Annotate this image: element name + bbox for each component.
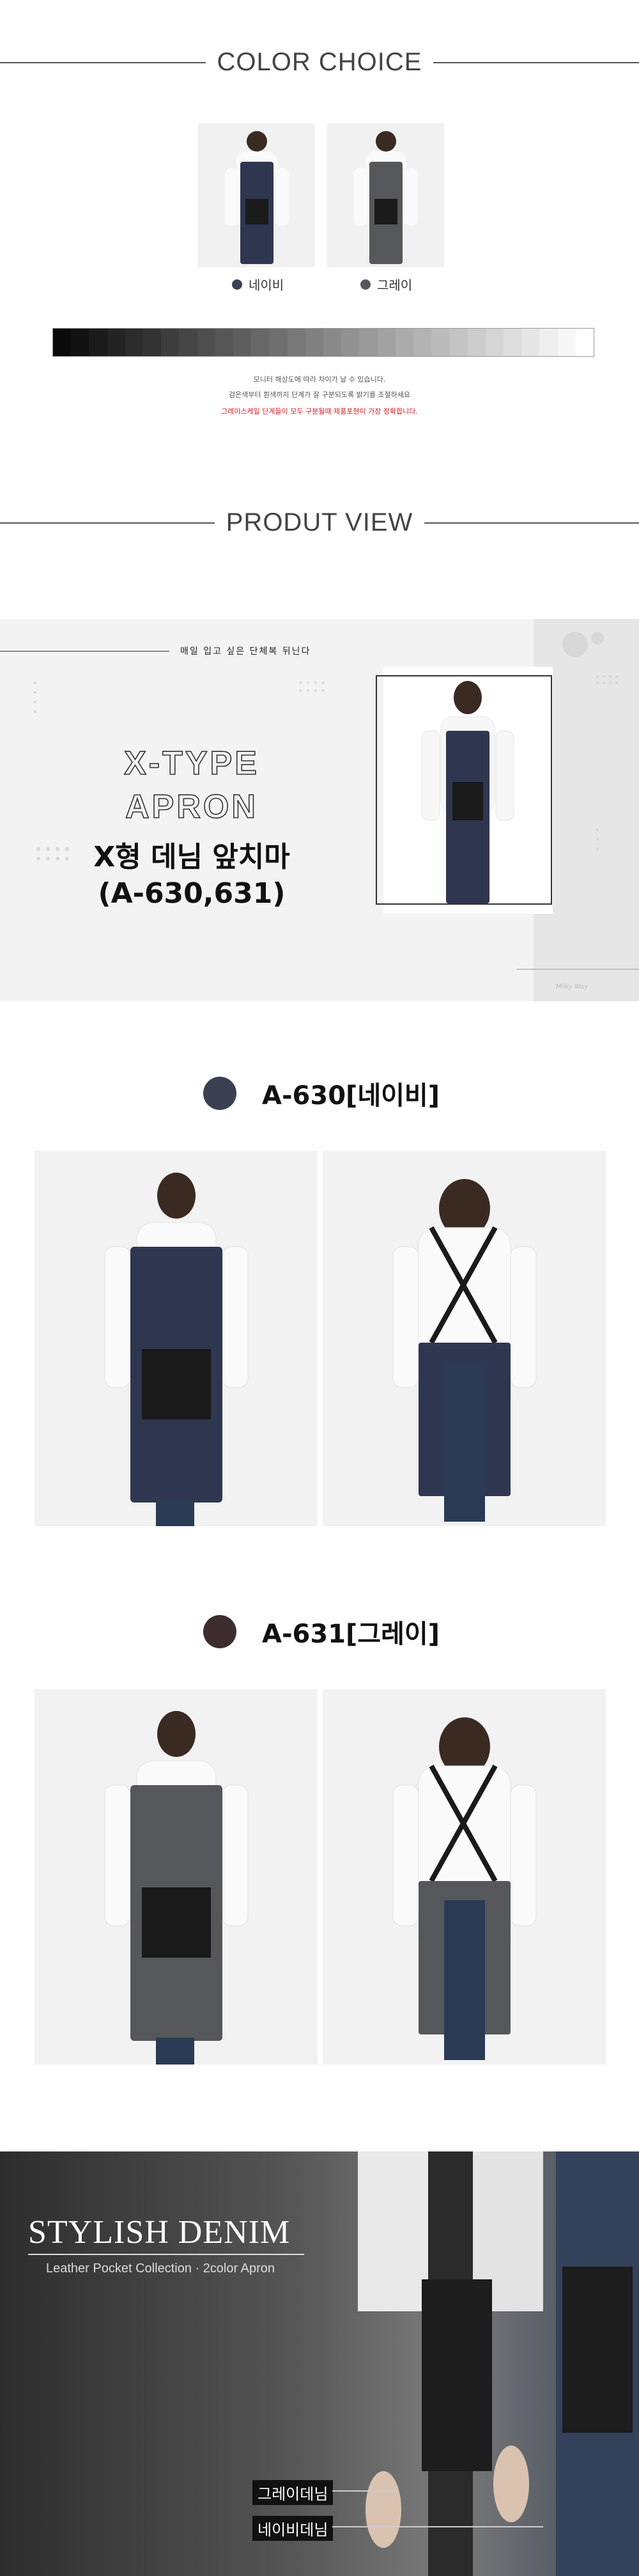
- grayscale-step: [377, 329, 396, 356]
- grayscale-step: [395, 329, 414, 356]
- grayscale-step: [179, 329, 197, 356]
- hero-banner: 매일 입고 싶은 단체복 뒤닌다 X-TYPE APRON X형 데님 앞치마 …: [0, 619, 639, 1001]
- navy-color-dot: [232, 279, 242, 290]
- grayscale-step: [53, 329, 72, 356]
- stylish-title-rule: [28, 2254, 304, 2255]
- a631-back-photo[interactable]: [323, 1689, 606, 2065]
- gray-color-dot: [203, 1615, 236, 1648]
- grayscale-step: [89, 329, 107, 356]
- divider: [0, 522, 215, 524]
- grayscale-step: [485, 329, 504, 356]
- navy-swatch-photo[interactable]: [198, 123, 315, 267]
- hero-tagline: 매일 입고 싶은 단체복 뒤닌다: [180, 646, 311, 657]
- gray-swatch-photo[interactable]: [327, 123, 444, 267]
- grayscale-step: [161, 329, 180, 356]
- model-a630-title: A-630[네이비]: [262, 1081, 440, 1111]
- grayscale-step: [521, 329, 540, 356]
- grayscale-step: [71, 329, 89, 356]
- navy-label: 네이비: [249, 277, 284, 293]
- stylish-subtitle: Leather Pocket Collection · 2color Apron: [46, 2261, 275, 2275]
- grayscale-step: [341, 329, 360, 356]
- grayscale-step: [539, 329, 558, 356]
- note-line-3: 그레이스케일 단계들이 모두 구분될때 제품포현이 가장 정확합니다.: [221, 407, 418, 416]
- hero-photo-frame: [376, 675, 552, 905]
- grayscale-step: [215, 329, 234, 356]
- note-line-2: 검은색부터 흰색까지 단계가 잘 구분되도록 밝기를 조절하세요: [228, 391, 411, 399]
- navy-denim-label: 네이비데님: [252, 2516, 334, 2541]
- hero-title-en-2: APRON: [125, 788, 258, 826]
- label-pointer: [332, 2490, 396, 2492]
- navy-color-dot: [203, 1077, 236, 1110]
- grayscale-step: [269, 329, 288, 356]
- gray-color-dot: [360, 279, 371, 290]
- hero-title-en-1: X-TYPE: [123, 744, 259, 783]
- grayscale-step: [449, 329, 468, 356]
- grayscale-step: [233, 329, 252, 356]
- note-line-1: 모니터 해상도에 따라 차이가 날 수 있습니다.: [253, 375, 386, 384]
- hero-model-codes: (A-630,631): [98, 877, 286, 910]
- color-choice-header: COLOR CHOICE: [0, 48, 639, 77]
- grayscale-step: [125, 329, 144, 356]
- divider: [433, 61, 639, 63]
- a630-back-photo[interactable]: [323, 1151, 606, 1526]
- gray-caption: 그레이: [360, 275, 412, 293]
- grayscale-step: [467, 329, 486, 356]
- grayscale-step: [431, 329, 450, 356]
- label-pointer: [332, 2526, 543, 2527]
- gray-label: 그레이: [377, 277, 413, 293]
- grayscale-step: [504, 329, 522, 356]
- grayscale-calibration-bar: [52, 328, 594, 357]
- grayscale-step: [575, 329, 594, 356]
- grayscale-step: [413, 329, 432, 356]
- stylish-denim-banner: STYLISH DENIM Leather Pocket Collection …: [0, 2151, 639, 2576]
- grayscale-step: [359, 329, 378, 356]
- model-a631-header: A-631[그레이]: [203, 1613, 440, 1650]
- hero-watermark: Milky Way: [556, 983, 589, 990]
- gray-denim-label: 그레이데님: [252, 2480, 334, 2505]
- hero-title-kr: X형 데님 앞치마: [93, 841, 290, 873]
- grayscale-step: [323, 329, 342, 356]
- model-a631-title: A-631[그레이]: [262, 1620, 440, 1649]
- tagline-rule: [0, 651, 169, 652]
- grayscale-step: [251, 329, 270, 356]
- grayscale-step: [143, 329, 162, 356]
- stylish-title: STYLISH DENIM: [28, 2214, 291, 2251]
- grayscale-step: [305, 329, 324, 356]
- navy-caption: 네이비: [232, 275, 284, 293]
- a630-front-photo[interactable]: [35, 1151, 318, 1526]
- grayscale-step: [287, 329, 305, 356]
- section-title: COLOR CHOICE: [217, 48, 422, 76]
- model-a630-header: A-630[네이비]: [203, 1075, 440, 1112]
- grayscale-step: [107, 329, 125, 356]
- grayscale-step: [557, 329, 576, 356]
- product-view-header: PRODUT VIEW: [0, 508, 639, 537]
- divider: [424, 522, 639, 524]
- section-title: PRODUT VIEW: [226, 508, 413, 536]
- grayscale-step: [197, 329, 215, 356]
- a631-front-photo[interactable]: [35, 1689, 318, 2065]
- divider: [0, 61, 206, 63]
